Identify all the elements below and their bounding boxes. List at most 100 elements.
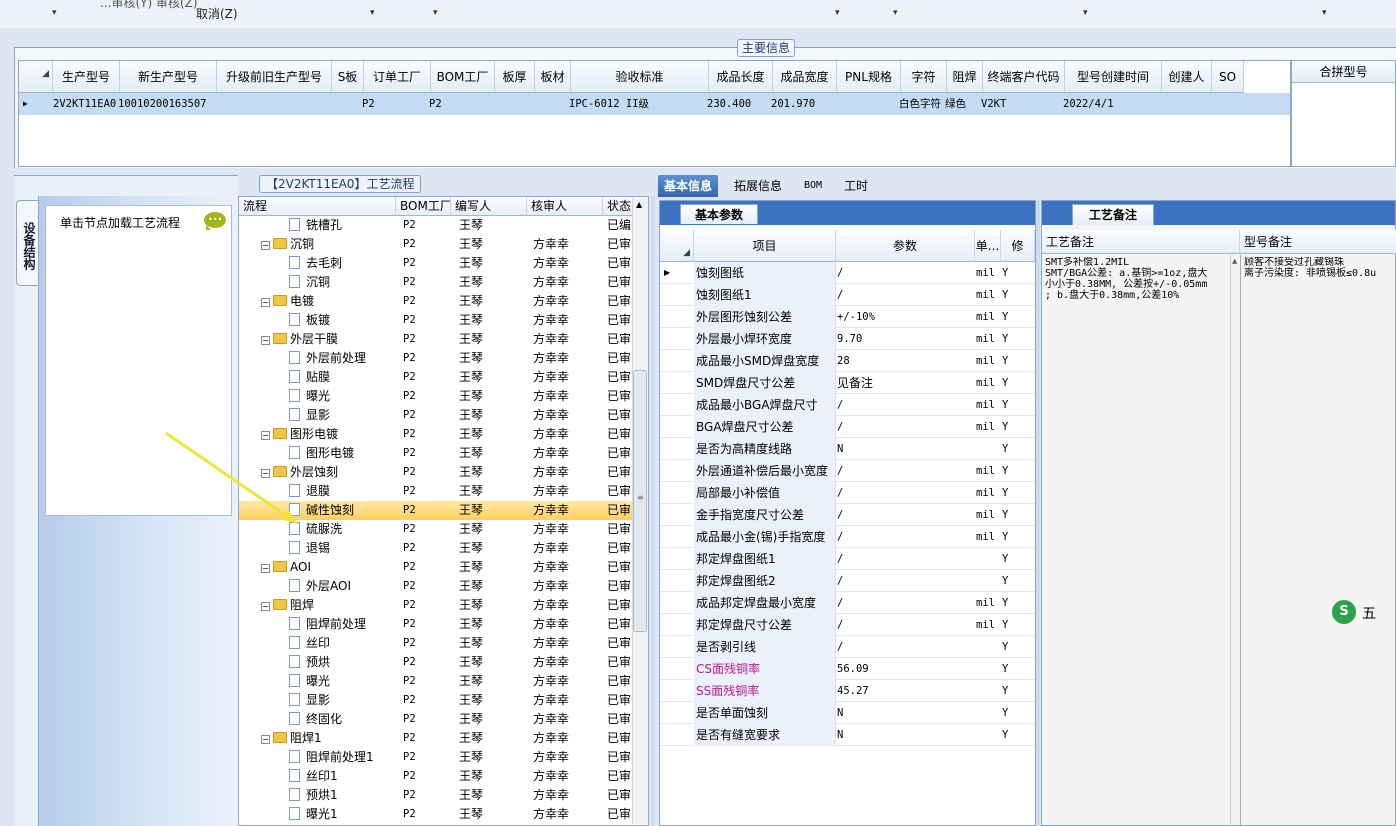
- tab-basic-info[interactable]: 基本信息: [658, 175, 719, 197]
- param-param[interactable]: /: [837, 504, 973, 526]
- col-header[interactable]: 成品长度: [709, 61, 773, 93]
- param-param[interactable]: /: [837, 482, 973, 504]
- param-unit[interactable]: mil: [976, 394, 1000, 416]
- process-notes-title[interactable]: 工艺备注: [1072, 204, 1155, 225]
- param-mod[interactable]: Y: [1002, 570, 1032, 592]
- tab-equipment-structure[interactable]: 设备结构: [16, 200, 38, 286]
- param-row[interactable]: 是否剥引线 / Y: [660, 636, 1035, 658]
- ime-logo-icon[interactable]: S: [1332, 600, 1356, 624]
- tree-node[interactable]: 显影: [289, 691, 396, 710]
- param-param[interactable]: 56.09: [837, 658, 973, 680]
- tree-node[interactable]: − 电镀: [261, 292, 396, 311]
- param-mod[interactable]: Y: [1002, 614, 1032, 636]
- tree-row[interactable]: 板镀 P2 王琴 方幸幸 已审: [239, 311, 634, 330]
- param-mod[interactable]: Y: [1002, 350, 1032, 372]
- param-row[interactable]: ▶ 蚀刻图纸 / mil Y: [660, 262, 1035, 284]
- tree-node[interactable]: 预烘: [289, 653, 396, 672]
- tree-node[interactable]: 曝光: [289, 387, 396, 406]
- param-unit[interactable]: mil: [976, 372, 1000, 394]
- param-unit[interactable]: [976, 724, 1000, 746]
- param-param[interactable]: +/-10%: [837, 306, 973, 328]
- tree-node[interactable]: 曝光: [289, 672, 396, 691]
- param-mod[interactable]: Y: [1002, 680, 1032, 702]
- tree-row[interactable]: 丝印1 P2 王琴 方幸幸 已审: [239, 767, 634, 786]
- ime-toolbar[interactable]: S 五: [1332, 600, 1396, 624]
- tree-row[interactable]: − 阻焊 P2 王琴 方幸幸 已审: [239, 596, 634, 615]
- col-header[interactable]: 生产型号: [53, 61, 120, 93]
- col-header[interactable]: SO: [1212, 61, 1244, 93]
- tree-row[interactable]: 铣槽孔 P2 王琴 已编: [239, 216, 634, 235]
- col-header[interactable]: 验收标准: [571, 61, 709, 93]
- param-unit[interactable]: [976, 680, 1000, 702]
- tree-row[interactable]: 去毛刺 P2 王琴 方幸幸 已审: [239, 254, 634, 273]
- col-header[interactable]: 升级前旧生产型号: [217, 61, 332, 93]
- collapse-icon[interactable]: −: [261, 735, 270, 744]
- param-param[interactable]: /: [837, 570, 973, 592]
- param-mod[interactable]: Y: [1002, 702, 1032, 724]
- param-mod[interactable]: Y: [1002, 306, 1032, 328]
- param-row[interactable]: SMD焊盘尺寸公差 见备注 mil Y: [660, 372, 1035, 394]
- tree-row[interactable]: 外层前处理 P2 王琴 方幸幸 已审: [239, 349, 634, 368]
- col-header[interactable]: 创建人: [1162, 61, 1212, 93]
- dropdown-caret-icon[interactable]: ▾: [433, 8, 438, 18]
- table-row[interactable]: ▶ 2V2KT11EA0 10010200163507 P2 P2 IPC-6012 I…: [19, 93, 1290, 115]
- param-row[interactable]: 外层通道补偿后最小宽度 / mil Y: [660, 460, 1035, 482]
- param-row[interactable]: 邦定焊盘图纸2/ Y: [660, 570, 1035, 592]
- param-param[interactable]: /: [837, 636, 973, 658]
- param-param[interactable]: /: [837, 592, 973, 614]
- param-unit[interactable]: mil: [976, 592, 1000, 614]
- param-unit[interactable]: mil: [976, 460, 1000, 482]
- param-mod[interactable]: Y: [1002, 526, 1032, 548]
- col-header-process-notes[interactable]: 工艺备注: [1042, 230, 1240, 254]
- tree-row[interactable]: 贴膜 P2 王琴 方幸幸 已审: [239, 368, 634, 387]
- tree-node[interactable]: 显影: [289, 406, 396, 425]
- param-mod[interactable]: Y: [1002, 284, 1032, 306]
- tree-node[interactable]: 曝光1: [289, 805, 396, 824]
- param-row[interactable]: 外层最小焊环宽度 9.70 mil Y: [660, 328, 1035, 350]
- param-row[interactable]: 邦定焊盘尺寸公差 / mil Y: [660, 614, 1035, 636]
- col-header[interactable]: 板材: [535, 61, 571, 93]
- param-param[interactable]: 9.70: [837, 328, 973, 350]
- tree-node[interactable]: 终固化: [289, 710, 396, 729]
- col-header[interactable]: 阻焊: [947, 61, 983, 93]
- tab-extended-info[interactable]: 拓展信息: [728, 175, 788, 197]
- param-row[interactable]: 局部最小补偿值 / mil Y: [660, 482, 1035, 504]
- col-header-modify[interactable]: 修: [1001, 230, 1035, 262]
- param-unit[interactable]: mil: [976, 328, 1000, 350]
- param-row[interactable]: 是否单面蚀刻 N Y: [660, 702, 1035, 724]
- tab-bom[interactable]: BOM: [798, 175, 828, 197]
- tree-node[interactable]: − 沉铜: [261, 235, 396, 254]
- param-mod[interactable]: Y: [1002, 416, 1032, 438]
- param-row[interactable]: SS面残铜率 45.27 Y: [660, 680, 1035, 702]
- scroll-up-icon[interactable]: ▲: [636, 200, 642, 209]
- param-unit[interactable]: mil: [976, 614, 1000, 636]
- tree-row[interactable]: − 阻焊1 P2 王琴 方幸幸 已审: [239, 729, 634, 748]
- col-header[interactable]: 字符: [901, 61, 947, 93]
- col-header[interactable]: 新生产型号: [120, 61, 217, 93]
- param-unit[interactable]: [976, 636, 1000, 658]
- tree-node[interactable]: 外层AOI: [289, 577, 396, 596]
- col-header-writer[interactable]: 编写人: [451, 197, 527, 216]
- param-row[interactable]: BGA焊盘尺寸公差 / mil Y: [660, 416, 1035, 438]
- col-header[interactable]: BOM工厂: [431, 61, 495, 93]
- collapse-icon[interactable]: −: [261, 298, 270, 307]
- tree-node[interactable]: 铣槽孔: [289, 216, 396, 235]
- param-unit[interactable]: mil: [976, 504, 1000, 526]
- tree-row[interactable]: 曝光 P2 王琴 方幸幸 已审: [239, 387, 634, 406]
- param-unit[interactable]: [976, 570, 1000, 592]
- tree-row[interactable]: 退锡 P2 王琴 方幸幸 已审: [239, 539, 634, 558]
- param-param[interactable]: 28: [837, 350, 973, 372]
- param-param[interactable]: 见备注: [837, 372, 973, 394]
- ime-mode-label[interactable]: 五: [1362, 603, 1376, 623]
- dropdown-caret-icon[interactable]: ▾: [370, 8, 375, 18]
- param-param[interactable]: /: [837, 394, 973, 416]
- tree-row[interactable]: 曝光1 P2 王琴 方幸幸 已审: [239, 805, 634, 824]
- param-mod[interactable]: Y: [1002, 548, 1032, 570]
- param-row[interactable]: 成品最小SMD焊盘宽度 28 mil Y: [660, 350, 1035, 372]
- param-mod[interactable]: Y: [1002, 328, 1032, 350]
- param-param[interactable]: /: [837, 548, 973, 570]
- param-unit[interactable]: mil: [976, 306, 1000, 328]
- param-unit[interactable]: mil: [976, 482, 1000, 504]
- col-header-process[interactable]: 流程: [239, 197, 396, 216]
- tree-row[interactable]: − 电镀 P2 王琴 方幸幸 已审: [239, 292, 634, 311]
